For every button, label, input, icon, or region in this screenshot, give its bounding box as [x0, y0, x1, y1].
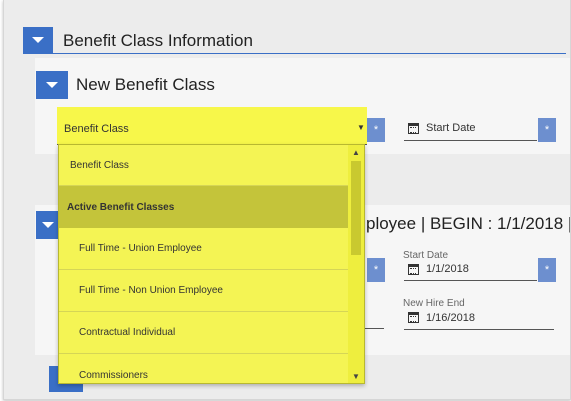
dropdown-group-text: Active Benefit Classes — [67, 201, 175, 213]
required-star-button[interactable]: * — [367, 258, 385, 282]
dropdown-header-option[interactable]: Benefit Class — [59, 145, 348, 186]
start-date-label: Start Date — [403, 250, 449, 261]
start-date-value[interactable]: 1/1/2018 — [426, 263, 469, 275]
calendar-icon[interactable] — [408, 123, 419, 134]
new-hire-end-label: New Hire End — [403, 298, 465, 309]
collapse-toggle-new-class[interactable] — [36, 71, 68, 99]
dropdown-option-label: Benefit Class — [70, 159, 129, 171]
start-date-underline — [404, 280, 537, 281]
benefit-class-dropdown-list: Benefit Class Active Benefit Classes Ful… — [58, 144, 365, 384]
new-hire-end-value[interactable]: 1/16/2018 — [426, 312, 475, 324]
dropdown-option[interactable]: Commissioners — [59, 354, 348, 383]
chevron-down-icon — [42, 222, 54, 228]
left-field-underline — [364, 328, 384, 329]
collapse-toggle-employee[interactable] — [36, 211, 60, 239]
dropdown-scrollbar[interactable]: ▲ ▼ — [348, 145, 364, 383]
dropdown-option-label: Contractual Individual — [79, 327, 176, 338]
start-date-input[interactable]: Start Date — [426, 122, 476, 134]
required-star-button[interactable]: * — [538, 258, 556, 282]
chevron-down-icon — [46, 82, 58, 88]
calendar-icon[interactable] — [408, 312, 419, 323]
start-date-underline — [404, 140, 537, 141]
caret-down-icon: ▼ — [357, 123, 365, 132]
dropdown-option-label: Full Time - Union Employee — [79, 243, 202, 254]
dropdown-option[interactable]: Full Time - Union Employee — [59, 228, 348, 270]
section-underline — [23, 53, 566, 54]
scroll-down-icon[interactable]: ▼ — [348, 369, 364, 383]
dropdown-group-label: Active Benefit Classes — [59, 186, 348, 228]
benefit-class-select-label: Benefit Class — [64, 123, 129, 135]
dropdown-option-label: Full Time - Non Union Employee — [79, 285, 223, 296]
dropdown-option-label: Commissioners — [79, 369, 148, 381]
dropdown-option[interactable]: Contractual Individual — [59, 312, 348, 354]
scrollbar-thumb[interactable] — [351, 161, 361, 255]
dropdown-option[interactable]: Full Time - Non Union Employee — [59, 270, 348, 312]
calendar-icon[interactable] — [408, 264, 419, 275]
chevron-down-icon — [32, 37, 44, 43]
section-title-benefit-info: Benefit Class Information — [63, 31, 253, 50]
employee-header-text: ployee | BEGIN : 1/1/2018 | E — [366, 214, 571, 233]
required-star-button[interactable]: * — [367, 118, 385, 142]
section-title-new-class: New Benefit Class — [76, 75, 215, 94]
scroll-up-icon[interactable]: ▲ — [348, 145, 364, 159]
collapse-toggle-benefit-info[interactable] — [23, 27, 53, 53]
required-star-button[interactable]: * — [538, 118, 556, 142]
new-hire-end-underline — [404, 329, 554, 330]
benefit-class-select[interactable]: Benefit Class ▼ — [57, 107, 367, 145]
